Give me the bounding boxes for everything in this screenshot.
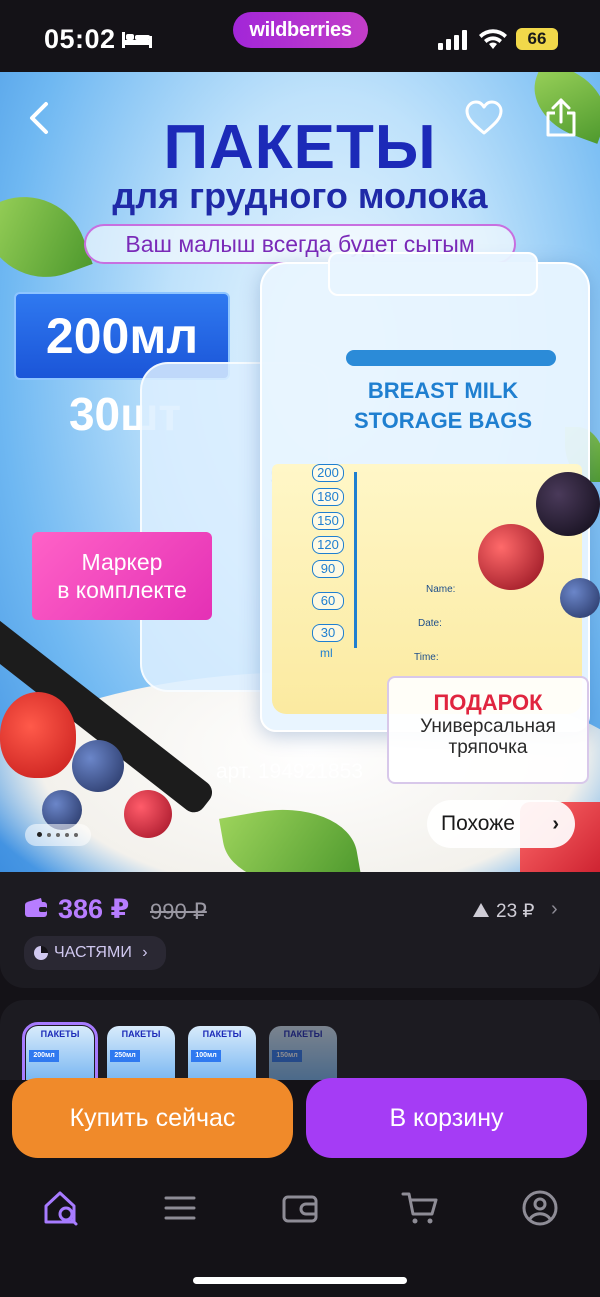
gift-line1: Универсальная <box>420 716 556 737</box>
status-time: 05:02 <box>44 24 116 54</box>
bed-icon <box>122 32 152 48</box>
cart-icon[interactable] <box>400 1188 440 1228</box>
scale-mark: 30 <box>312 624 344 642</box>
profile-icon[interactable] <box>520 1188 560 1228</box>
scale-mark: 120 <box>312 536 344 554</box>
marker-badge: Маркер в комплекте <box>32 532 212 620</box>
gift-title: ПОДАРОК <box>433 690 543 715</box>
price-change: 23 ₽ <box>496 901 535 922</box>
home-search-icon[interactable] <box>42 1188 82 1228</box>
bag-zipper <box>346 350 556 366</box>
scale-mark: 200 <box>312 464 344 482</box>
bag-top <box>328 252 538 296</box>
marker-line1: Маркер <box>81 549 163 575</box>
similar-label: Похоже <box>441 812 515 835</box>
old-price: 990 ₽ <box>150 899 207 924</box>
price-up-icon <box>473 903 489 917</box>
bag-field-name: Name: <box>426 584 456 595</box>
add-to-cart-button[interactable]: В корзину <box>306 1078 587 1158</box>
article-number: арт. 194921853 <box>216 760 363 783</box>
marker-line2: в комплекте <box>57 577 187 603</box>
chevron-right-icon: › <box>552 813 559 835</box>
thumbnail-title: ПАКЕТЫ <box>283 1029 323 1039</box>
bag-field-time: Time: <box>414 652 439 663</box>
blackberry <box>536 472 600 536</box>
thumbnail[interactable]: ПАКЕТЫ 100мл <box>188 1026 256 1080</box>
product-banner-subtitle: для грудного молока <box>112 175 488 216</box>
chevron-right-icon: › <box>142 944 148 961</box>
thumbnail-title: ПАКЕТЫ <box>202 1029 242 1039</box>
battery-indicator: 66 <box>516 28 558 50</box>
pagination-dot <box>65 833 69 837</box>
volume-scale: 200 180 150 120 90 60 30 ml <box>292 464 412 664</box>
cellular-signal-icon <box>438 30 467 50</box>
buy-now-button[interactable]: Купить сейчас <box>12 1078 293 1158</box>
blueberry <box>72 740 124 792</box>
scale-mark: 180 <box>312 488 344 506</box>
pagination-dot <box>56 833 60 837</box>
thumbnail-title: ПАКЕТЫ <box>40 1029 80 1039</box>
chevron-right-icon[interactable]: › <box>551 898 558 921</box>
thumbnail[interactable]: ПАКЕТЫ 250мл <box>107 1026 175 1080</box>
menu-icon[interactable] <box>160 1188 200 1228</box>
scale-mark: 150 <box>312 512 344 530</box>
pagination-dot <box>74 833 78 837</box>
scale-mark: 60 <box>312 592 344 610</box>
cherry <box>478 524 544 590</box>
wallet-icon[interactable] <box>280 1188 320 1228</box>
pagination-dot <box>47 833 51 837</box>
thumbnail[interactable]: ПАКЕТЫ 200мл <box>22 1022 98 1080</box>
bag-field-date: Date: <box>418 618 442 629</box>
status-bar: 05:02 wildberries 66 <box>0 0 600 72</box>
gift-badge: ПОДАРОК Универсальная тряпочка <box>387 676 589 784</box>
similar-button[interactable]: Похоже › <box>427 800 575 848</box>
home-indicator[interactable] <box>193 1277 407 1284</box>
thumbnail-volume: 200мл <box>29 1050 59 1062</box>
thumbnail[interactable]: ПАКЕТЫ 150мл <box>269 1026 337 1080</box>
thumbnail-title: ПАКЕТЫ <box>121 1029 161 1039</box>
strawberry <box>0 692 76 778</box>
current-price: 386 ₽ <box>58 894 130 924</box>
thumbnails-strip: ПАКЕТЫ 200мл ПАКЕТЫ 250мл ПАКЕТЫ 100мл П… <box>0 1000 600 1080</box>
gift-line2: тряпочка <box>448 737 528 758</box>
wallet-icon <box>25 898 47 917</box>
thumbnail-volume: 150мл <box>272 1050 302 1062</box>
thumbnail-volume: 250мл <box>110 1050 140 1062</box>
pagination-dot <box>37 832 42 837</box>
wifi-icon <box>479 29 507 49</box>
product-banner-title: ПАКЕТЫ <box>163 113 437 182</box>
installments-label: ЧАСТЯМИ <box>54 944 132 961</box>
scale-mark: 90 <box>312 560 344 578</box>
bag-label-line1: BREAST MILK <box>367 378 519 403</box>
price-card[interactable]: 386 ₽ 990 ₽ 23 ₽ › ЧАСТЯМИ › <box>0 872 600 988</box>
bag-label: BREAST MILK STORAGE BAGS <box>318 376 568 436</box>
bag-label-line2: STORAGE BAGS <box>353 408 533 433</box>
scale-unit: ml <box>320 646 333 660</box>
image-pagination <box>25 824 91 846</box>
product-image-gallery[interactable]: ПАКЕТЫ для грудного молока Ваш малыш все… <box>0 72 600 872</box>
installments-button[interactable]: ЧАСТЯМИ › <box>24 936 166 970</box>
blueberry <box>560 578 600 618</box>
cranberry <box>124 790 172 838</box>
pie-chart-icon <box>34 946 48 960</box>
app-pill[interactable]: wildberries <box>233 12 368 48</box>
thumbnail-volume: 100мл <box>191 1050 221 1062</box>
